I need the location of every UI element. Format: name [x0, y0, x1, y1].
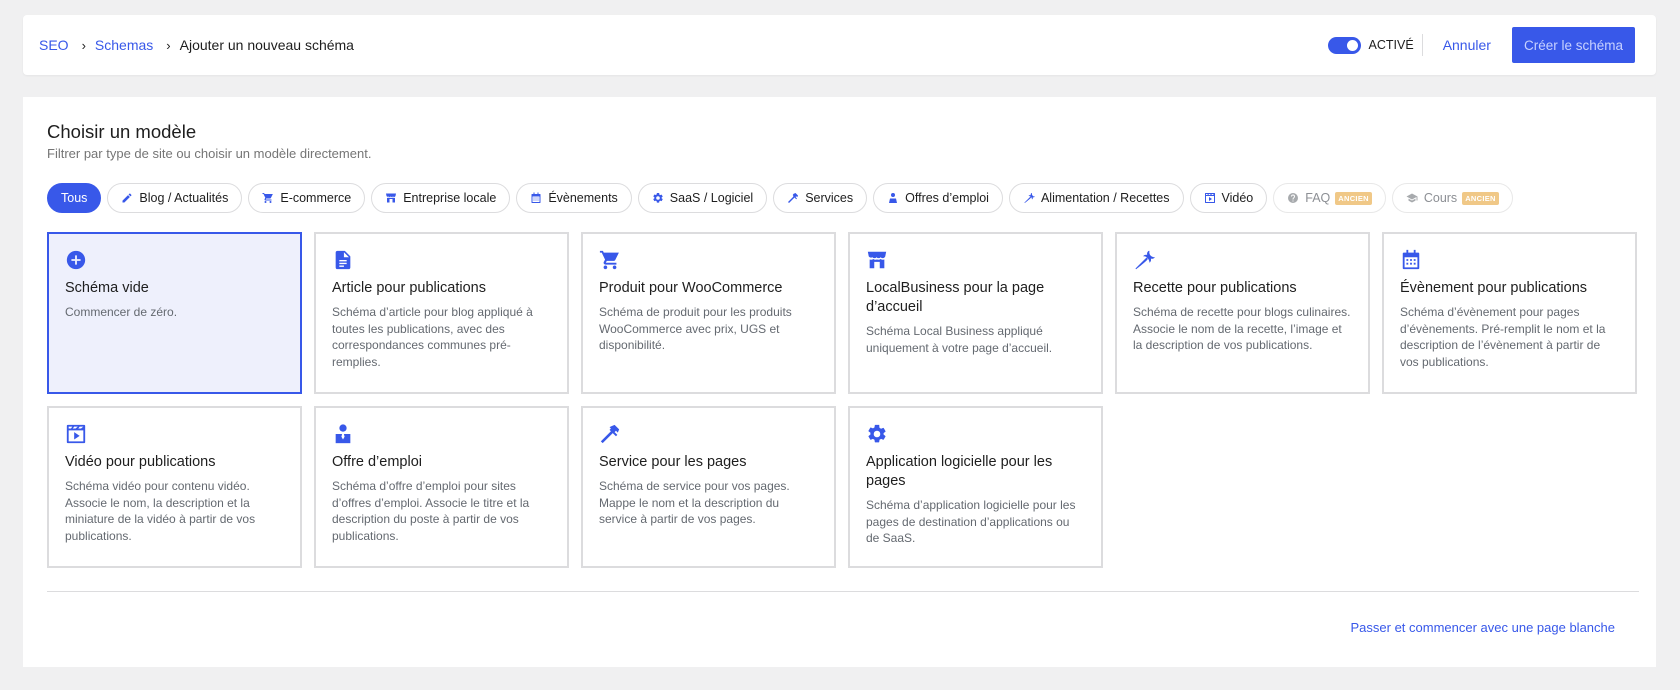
template-title: Produit pour WooCommerce	[599, 280, 783, 296]
filter-chips: Tous Blog / Actualités E-commerce Entrepris…	[47, 183, 1519, 213]
pencil-icon	[121, 192, 133, 204]
chevron-right-icon: ›	[81, 37, 86, 53]
filter-chip-label: Évènements	[548, 191, 618, 205]
template-description: Schéma de service pour vos pages. Mappe …	[599, 479, 790, 526]
hammer-icon	[599, 423, 621, 445]
cart-icon	[599, 249, 621, 271]
carrot-icon	[1023, 192, 1035, 204]
filter-chip-label: Entreprise locale	[403, 191, 497, 205]
template-title: LocalBusiness pour la page d’accueil	[866, 280, 1045, 315]
gear-icon	[652, 192, 664, 204]
template-title: Évènement pour publications	[1400, 280, 1588, 296]
filter-chip-label: Services	[805, 191, 854, 205]
template-description: Commencer de zéro.	[65, 305, 178, 319]
template-description: Schéma d’offre d’emploi pour sites d’off…	[332, 479, 530, 543]
template-card[interactable]: Recette pour publications Schéma de recet…	[1115, 232, 1370, 394]
template-panel: Choisir un modèle Filtrer par type de si…	[23, 97, 1656, 667]
template-description: Schéma de recette pour blogs culinaires.…	[1133, 305, 1351, 352]
video-icon	[65, 423, 87, 445]
template-title: Schéma vide	[65, 280, 149, 296]
filter-chip-label: E-commerce	[280, 191, 352, 205]
template-description: Schéma de produit pour les produits WooC…	[599, 305, 792, 352]
gear-icon	[866, 423, 888, 445]
calendar-icon	[1400, 249, 1422, 271]
cart-icon	[262, 192, 274, 204]
filter-chip-label: Blog / Actualités	[139, 191, 229, 205]
toggle-label: ACTIVÉ	[1368, 38, 1414, 52]
people-icon	[887, 192, 899, 204]
template-card[interactable]: LocalBusiness pour la page d’accueil Sché…	[848, 232, 1103, 394]
filter-chip-9[interactable]: Vidéo	[1189, 183, 1268, 213]
filter-chip-label: Tous	[61, 191, 88, 205]
page-title: Choisir un modèle	[47, 121, 197, 142]
filter-chip-11[interactable]: Cours ANCIEN	[1391, 183, 1513, 213]
create-schema-button[interactable]: Créer le schéma	[1511, 27, 1635, 63]
template-description: Schéma d’application logicielle pour les…	[866, 498, 1076, 545]
video-icon	[1204, 192, 1216, 204]
filter-chip-label: Alimentation / Recettes	[1040, 191, 1170, 205]
person-icon	[332, 423, 354, 445]
template-card[interactable]: Application logicielle pour les pages Sch…	[848, 406, 1103, 568]
filter-chip-10[interactable]: FAQ ANCIEN	[1273, 183, 1386, 213]
filter-chip-label: Vidéo	[1221, 191, 1254, 205]
top-bar: SEO › Schemas › Ajouter un nouveau schém…	[23, 15, 1656, 75]
plus-circle-icon	[65, 249, 87, 271]
divider	[47, 591, 1639, 592]
template-grid: Schéma vide Commencer de zéro. Article pou…	[47, 232, 1637, 568]
template-card[interactable]: Offre d’emploi Schéma d’offre d’emploi po…	[314, 406, 569, 568]
active-toggle[interactable]: ACTIVÉ	[1327, 36, 1414, 54]
legacy-badge: ANCIEN	[1335, 191, 1372, 205]
page-subtitle: Filtrer par type de site ou choisir un m…	[47, 146, 372, 161]
template-title: Application logicielle pour les pages	[866, 454, 1053, 489]
template-description: Schéma Local Business appliqué uniquemen…	[866, 324, 1053, 355]
carrot-icon	[1133, 249, 1155, 271]
filter-chip-label: FAQ	[1305, 191, 1331, 205]
chevron-right-icon: ›	[166, 37, 171, 53]
breadcrumb-seo[interactable]: SEO	[39, 37, 69, 53]
template-card[interactable]: Vidéo pour publications Schéma vidéo pour…	[47, 406, 302, 568]
template-description: Schéma d’article pour blog appliqué à to…	[332, 305, 533, 369]
store-icon	[866, 249, 888, 271]
template-title: Vidéo pour publications	[65, 454, 216, 470]
filter-chip-5[interactable]: SaaS / Logiciel	[637, 183, 768, 213]
calendar-icon	[530, 192, 542, 204]
template-description: Schéma d’évènement pour pages d’évènemen…	[1400, 305, 1606, 369]
graduation-icon	[1406, 192, 1418, 204]
filter-chip-3[interactable]: Entreprise locale	[371, 183, 511, 213]
filter-chip-label: Cours	[1423, 191, 1458, 205]
template-description: Schéma vidéo pour contenu vidéo. Associe…	[65, 479, 256, 543]
filter-chip-4[interactable]: Évènements	[516, 183, 632, 213]
filter-chip-2[interactable]: E-commerce	[248, 183, 366, 213]
store-icon	[385, 192, 397, 204]
filter-chip-label: SaaS / Logiciel	[669, 191, 754, 205]
skip-link[interactable]: Passer et commencer avec une page blanch…	[1351, 620, 1616, 635]
template-card[interactable]: Article pour publications Schéma d’articl…	[314, 232, 569, 394]
filter-chip-6[interactable]: Services	[773, 183, 868, 213]
divider	[1421, 34, 1423, 56]
breadcrumb: SEO › Schemas › Ajouter un nouveau schém…	[39, 37, 354, 53]
legacy-badge: ANCIEN	[1462, 191, 1499, 205]
breadcrumb-schemas[interactable]: Schemas	[95, 37, 153, 53]
filter-chip-0[interactable]: Tous	[47, 183, 102, 213]
template-card[interactable]: Produit pour WooCommerce Schéma de produi…	[581, 232, 836, 394]
template-title: Article pour publications	[332, 280, 486, 296]
cancel-button[interactable]: Annuler	[1443, 37, 1491, 53]
help-icon	[1287, 192, 1299, 204]
breadcrumb-current: Ajouter un nouveau schéma	[179, 37, 354, 53]
filter-chip-label: Offres d’emploi	[905, 191, 989, 205]
document-icon	[332, 249, 354, 271]
toggle-switch[interactable]	[1327, 36, 1361, 54]
filter-chip-7[interactable]: Offres d’emploi	[873, 183, 1003, 213]
template-card[interactable]: Service pour les pages Schéma de service …	[581, 406, 836, 568]
template-title: Offre d’emploi	[332, 454, 422, 470]
hammer-icon	[787, 192, 799, 204]
template-card[interactable]: Évènement pour publications Schéma d’évèn…	[1382, 232, 1637, 394]
filter-chip-8[interactable]: Alimentation / Recettes	[1008, 183, 1184, 213]
template-card[interactable]: Schéma vide Commencer de zéro.	[47, 232, 302, 394]
filter-chip-1[interactable]: Blog / Actualités	[107, 183, 243, 213]
template-title: Recette pour publications	[1133, 280, 1297, 296]
template-title: Service pour les pages	[599, 454, 747, 470]
